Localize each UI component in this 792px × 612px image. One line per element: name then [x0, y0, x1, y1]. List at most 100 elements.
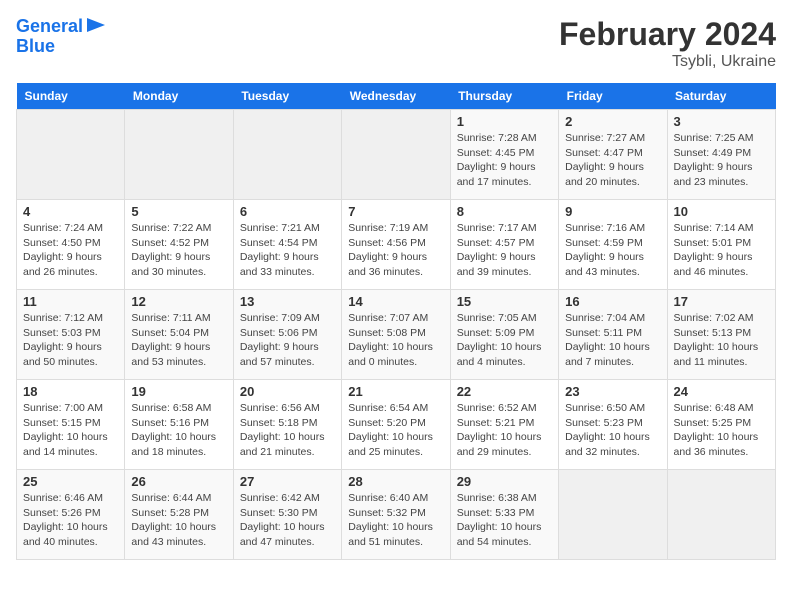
day-info: Sunrise: 6:42 AM Sunset: 5:30 PM Dayligh…	[240, 491, 335, 550]
day-info: Sunrise: 6:54 AM Sunset: 5:20 PM Dayligh…	[348, 401, 443, 460]
calendar-cell	[125, 110, 233, 200]
day-number: 23	[565, 384, 660, 399]
day-info: Sunrise: 7:24 AM Sunset: 4:50 PM Dayligh…	[23, 221, 118, 280]
calendar-cell: 9 Sunrise: 7:16 AM Sunset: 4:59 PM Daylig…	[559, 200, 667, 290]
weekday-header-friday: Friday	[559, 83, 667, 110]
calendar-cell: 6 Sunrise: 7:21 AM Sunset: 4:54 PM Daylig…	[233, 200, 341, 290]
day-number: 16	[565, 294, 660, 309]
day-info: Sunrise: 7:28 AM Sunset: 4:45 PM Dayligh…	[457, 131, 552, 190]
weekday-header-wednesday: Wednesday	[342, 83, 450, 110]
day-number: 19	[131, 384, 226, 399]
calendar-cell: 18Sunrise: 7:00 AM Sunset: 5:15 PM Dayli…	[17, 380, 125, 470]
calendar-cell: 27 Sunrise: 6:42 AM Sunset: 5:30 PM Dayli…	[233, 470, 341, 560]
day-info: Sunrise: 7:21 AM Sunset: 4:54 PM Dayligh…	[240, 221, 335, 280]
calendar-cell: 19 Sunrise: 6:58 AM Sunset: 5:16 PM Dayli…	[125, 380, 233, 470]
calendar-cell: 22 Sunrise: 6:52 AM Sunset: 5:21 PM Dayli…	[450, 380, 558, 470]
day-number: 25	[23, 474, 118, 489]
day-number: 24	[674, 384, 769, 399]
day-number: 22	[457, 384, 552, 399]
calendar-cell	[17, 110, 125, 200]
calendar-cell: 20Sunrise: 6:56 AM Sunset: 5:18 PM Dayli…	[233, 380, 341, 470]
day-info: Sunrise: 7:25 AM Sunset: 4:49 PM Dayligh…	[674, 131, 769, 190]
day-info: Sunrise: 7:05 AM Sunset: 5:09 PM Dayligh…	[457, 311, 552, 370]
day-info: Sunrise: 6:40 AM Sunset: 5:32 PM Dayligh…	[348, 491, 443, 550]
day-number: 3	[674, 114, 769, 129]
weekday-header-sunday: Sunday	[17, 83, 125, 110]
calendar-cell	[559, 470, 667, 560]
calendar-cell: 24 Sunrise: 6:48 AM Sunset: 5:25 PM Dayli…	[667, 380, 775, 470]
day-info: Sunrise: 7:16 AM Sunset: 4:59 PM Dayligh…	[565, 221, 660, 280]
calendar-week-5: 25 Sunrise: 6:46 AM Sunset: 5:26 PM Dayli…	[17, 470, 776, 560]
day-number: 27	[240, 474, 335, 489]
calendar-cell: 10 Sunrise: 7:14 AM Sunset: 5:01 PM Dayli…	[667, 200, 775, 290]
logo: General Blue	[16, 16, 105, 57]
day-info: Sunrise: 7:19 AM Sunset: 4:56 PM Dayligh…	[348, 221, 443, 280]
weekday-header-saturday: Saturday	[667, 83, 775, 110]
day-number: 29	[457, 474, 552, 489]
logo-blue-text: Blue	[16, 37, 55, 57]
day-info: Sunrise: 7:07 AM Sunset: 5:08 PM Dayligh…	[348, 311, 443, 370]
day-number: 10	[674, 204, 769, 219]
day-info: Sunrise: 7:12 AM Sunset: 5:03 PM Dayligh…	[23, 311, 118, 370]
day-number: 13	[240, 294, 335, 309]
logo-text: General	[16, 17, 83, 37]
calendar-cell: 12Sunrise: 7:11 AM Sunset: 5:04 PM Dayli…	[125, 290, 233, 380]
weekday-header-monday: Monday	[125, 83, 233, 110]
calendar-subtitle: Tsybli, Ukraine	[559, 53, 776, 71]
day-number: 20	[240, 384, 335, 399]
calendar-cell: 21 Sunrise: 6:54 AM Sunset: 5:20 PM Dayli…	[342, 380, 450, 470]
day-number: 11	[23, 294, 118, 309]
day-info: Sunrise: 6:46 AM Sunset: 5:26 PM Dayligh…	[23, 491, 118, 550]
calendar-week-3: 11 Sunrise: 7:12 AM Sunset: 5:03 PM Dayli…	[17, 290, 776, 380]
calendar-cell: 15 Sunrise: 7:05 AM Sunset: 5:09 PM Dayli…	[450, 290, 558, 380]
day-info: Sunrise: 7:00 AM Sunset: 5:15 PM Dayligh…	[23, 401, 118, 460]
weekday-header-tuesday: Tuesday	[233, 83, 341, 110]
day-number: 14	[348, 294, 443, 309]
day-number: 15	[457, 294, 552, 309]
day-info: Sunrise: 6:52 AM Sunset: 5:21 PM Dayligh…	[457, 401, 552, 460]
calendar-cell: 4 Sunrise: 7:24 AM Sunset: 4:50 PM Daylig…	[17, 200, 125, 290]
calendar-table: SundayMondayTuesdayWednesdayThursdayFrid…	[16, 83, 776, 560]
calendar-cell: 8 Sunrise: 7:17 AM Sunset: 4:57 PM Daylig…	[450, 200, 558, 290]
day-info: Sunrise: 7:22 AM Sunset: 4:52 PM Dayligh…	[131, 221, 226, 280]
day-number: 21	[348, 384, 443, 399]
day-number: 5	[131, 204, 226, 219]
calendar-cell: 17 Sunrise: 7:02 AM Sunset: 5:13 PM Dayli…	[667, 290, 775, 380]
day-number: 1	[457, 114, 552, 129]
day-info: Sunrise: 7:02 AM Sunset: 5:13 PM Dayligh…	[674, 311, 769, 370]
calendar-week-2: 4 Sunrise: 7:24 AM Sunset: 4:50 PM Daylig…	[17, 200, 776, 290]
day-number: 4	[23, 204, 118, 219]
weekday-header-thursday: Thursday	[450, 83, 558, 110]
page-header: General Blue February 2024 Tsybli, Ukrai…	[16, 16, 776, 71]
calendar-cell	[342, 110, 450, 200]
day-info: Sunrise: 6:58 AM Sunset: 5:16 PM Dayligh…	[131, 401, 226, 460]
calendar-title-block: February 2024 Tsybli, Ukraine	[559, 16, 776, 71]
calendar-cell: 5 Sunrise: 7:22 AM Sunset: 4:52 PM Daylig…	[125, 200, 233, 290]
day-info: Sunrise: 7:17 AM Sunset: 4:57 PM Dayligh…	[457, 221, 552, 280]
calendar-cell: 14 Sunrise: 7:07 AM Sunset: 5:08 PM Dayli…	[342, 290, 450, 380]
calendar-cell: 23Sunrise: 6:50 AM Sunset: 5:23 PM Dayli…	[559, 380, 667, 470]
calendar-cell	[667, 470, 775, 560]
day-number: 17	[674, 294, 769, 309]
calendar-cell: 3 Sunrise: 7:25 AM Sunset: 4:49 PM Daylig…	[667, 110, 775, 200]
day-number: 9	[565, 204, 660, 219]
calendar-cell: 7 Sunrise: 7:19 AM Sunset: 4:56 PM Daylig…	[342, 200, 450, 290]
day-info: Sunrise: 7:09 AM Sunset: 5:06 PM Dayligh…	[240, 311, 335, 370]
day-number: 28	[348, 474, 443, 489]
calendar-cell: 26Sunrise: 6:44 AM Sunset: 5:28 PM Dayli…	[125, 470, 233, 560]
day-info: Sunrise: 6:44 AM Sunset: 5:28 PM Dayligh…	[131, 491, 226, 550]
day-number: 7	[348, 204, 443, 219]
logo-arrow-icon	[87, 18, 105, 32]
day-info: Sunrise: 6:48 AM Sunset: 5:25 PM Dayligh…	[674, 401, 769, 460]
calendar-cell: 1 Sunrise: 7:28 AM Sunset: 4:45 PM Daylig…	[450, 110, 558, 200]
calendar-title: February 2024	[559, 16, 776, 53]
calendar-cell: 29 Sunrise: 6:38 AM Sunset: 5:33 PM Dayli…	[450, 470, 558, 560]
calendar-cell: 25 Sunrise: 6:46 AM Sunset: 5:26 PM Dayli…	[17, 470, 125, 560]
day-info: Sunrise: 7:14 AM Sunset: 5:01 PM Dayligh…	[674, 221, 769, 280]
weekday-header-row: SundayMondayTuesdayWednesdayThursdayFrid…	[17, 83, 776, 110]
calendar-cell: 2Sunrise: 7:27 AM Sunset: 4:47 PM Daylig…	[559, 110, 667, 200]
day-info: Sunrise: 6:38 AM Sunset: 5:33 PM Dayligh…	[457, 491, 552, 550]
day-number: 8	[457, 204, 552, 219]
day-info: Sunrise: 7:11 AM Sunset: 5:04 PM Dayligh…	[131, 311, 226, 370]
day-number: 6	[240, 204, 335, 219]
